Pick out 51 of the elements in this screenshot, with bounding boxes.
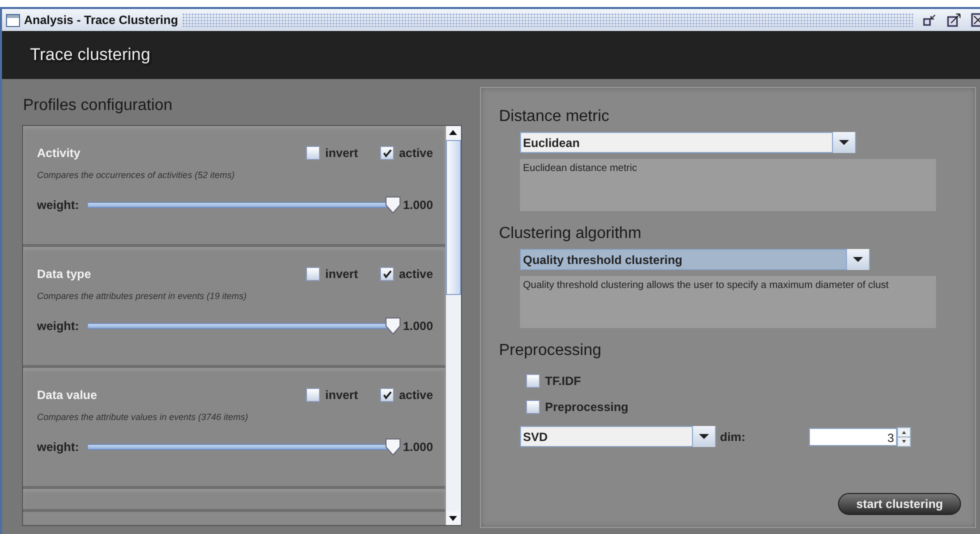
minimize-icon[interactable] (923, 13, 937, 27)
description-text: Euclidean distance metric (523, 163, 637, 174)
weight-value: 1.000 (402, 440, 433, 454)
invert-checkbox[interactable]: invert (306, 146, 358, 160)
weight-slider[interactable] (87, 317, 401, 335)
weight-label: weight: (37, 319, 79, 333)
weight-value: 1.000 (402, 198, 433, 212)
scroll-thumb[interactable] (446, 140, 461, 295)
active-checkbox[interactable]: active (380, 146, 433, 160)
profile-name: Data type (37, 267, 92, 281)
profile-description: Compares the attribute values in events (3746 items) (37, 412, 250, 422)
scroll-down-icon[interactable] (446, 511, 460, 525)
caret-icon (846, 249, 869, 270)
invert-checkbox[interactable]: invert (306, 388, 358, 402)
slider-thumb[interactable] (384, 317, 401, 335)
profile-name: Data value (37, 388, 98, 402)
scrollbar[interactable] (445, 126, 461, 525)
option-checkbox[interactable]: Preprocessing (526, 400, 975, 414)
caret-icon (832, 132, 855, 153)
profile-description: Compares the occurrences of activities (52 items) (37, 170, 236, 180)
active-checkbox[interactable]: active (380, 267, 433, 281)
profile-description: Compares the attributes present in events (19 items) (37, 291, 248, 301)
dim-label: dim: (720, 430, 746, 444)
window-title: Analysis - Trace Clustering (24, 13, 178, 27)
section-title: Profiles configuration (22, 96, 174, 116)
option-checkbox[interactable]: TF.IDF (526, 374, 975, 388)
weight-slider[interactable] (87, 438, 401, 456)
slider-thumb[interactable] (384, 438, 401, 456)
caret-icon (692, 426, 715, 447)
weight-value: 1.000 (402, 319, 433, 333)
description-text: Quality threshold clustering allows the user to specify a maximum diameter of clust (523, 280, 889, 291)
maximize-icon[interactable] (947, 13, 961, 27)
weight-label: weight: (37, 440, 79, 454)
algorithm-dropdown[interactable]: Quality threshold clustering (520, 249, 870, 270)
scroll-up-icon[interactable] (446, 126, 460, 140)
header-title: Trace clustering (30, 45, 150, 65)
window-icon (6, 14, 20, 26)
method-dropdown[interactable]: SVD (520, 426, 716, 447)
distance-metric-dropdown[interactable]: Euclidean (520, 132, 856, 153)
section-title: Preprocessing (499, 342, 602, 360)
spinner-arrows-icon[interactable] (897, 426, 911, 446)
profile-name: Activity (37, 146, 82, 160)
weight-label: weight: (37, 198, 79, 212)
active-checkbox[interactable]: active (380, 388, 433, 402)
start-clustering-button[interactable]: start clustering (838, 493, 961, 515)
slider-thumb[interactable] (384, 196, 401, 214)
section-title: Clustering algorithm (499, 225, 642, 243)
close-icon[interactable] (971, 13, 980, 27)
invert-checkbox[interactable]: invert (306, 267, 358, 281)
section-title: Distance metric (499, 108, 610, 126)
weight-slider[interactable] (87, 196, 401, 214)
